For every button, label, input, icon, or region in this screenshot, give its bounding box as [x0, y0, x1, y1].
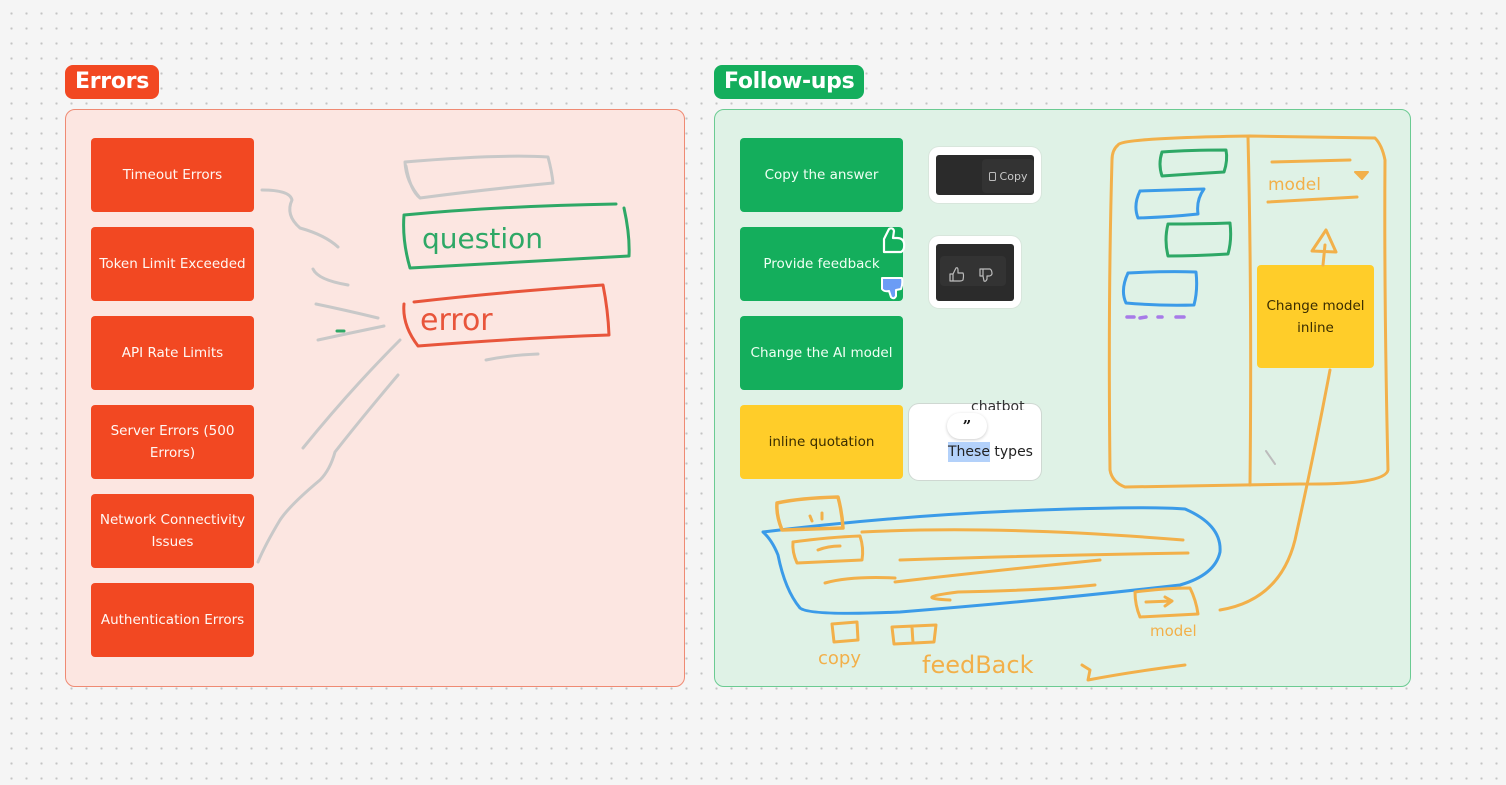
inline-quote-screenshot: chatbot ” These types	[909, 399, 1041, 480]
quote-rest-text: types	[989, 444, 1033, 460]
clipboard-icon	[988, 171, 996, 181]
copy-button-screenshot: Copy	[929, 147, 1041, 203]
sticky-authentication-errors[interactable]: Authentication Errors	[91, 583, 254, 657]
sticky-change-model-inline[interactable]: Change model inline	[1257, 265, 1374, 368]
sticky-provide-feedback[interactable]: Provide feedback	[740, 227, 903, 301]
sticky-token-limit-exceeded[interactable]: Token Limit Exceeded	[91, 227, 254, 301]
sticky-api-rate-limits[interactable]: API Rate Limits	[91, 316, 254, 390]
thumbs-up-icon	[949, 267, 965, 282]
feedback-buttons-screenshot	[929, 236, 1021, 308]
sticky-server-errors[interactable]: Server Errors (500 Errors)	[91, 405, 254, 479]
sticky-copy-answer[interactable]: Copy the answer	[740, 138, 903, 212]
quote-partial-text: chatbot	[971, 399, 1025, 410]
thumbs-down-icon	[979, 268, 993, 282]
sticky-change-ai-model[interactable]: Change the AI model	[740, 316, 903, 390]
errors-section-title[interactable]: Errors	[65, 65, 159, 99]
copy-button-label: Copy	[999, 169, 1028, 183]
sticky-timeout-errors[interactable]: Timeout Errors	[91, 138, 254, 212]
sticky-network-connectivity[interactable]: Network Connectivity Issues	[91, 494, 254, 568]
quote-icon[interactable]: ”	[947, 413, 987, 439]
followups-section-title[interactable]: Follow-ups	[714, 65, 865, 99]
selected-word: These	[948, 442, 990, 462]
sticky-inline-quotation[interactable]: inline quotation	[740, 405, 903, 479]
